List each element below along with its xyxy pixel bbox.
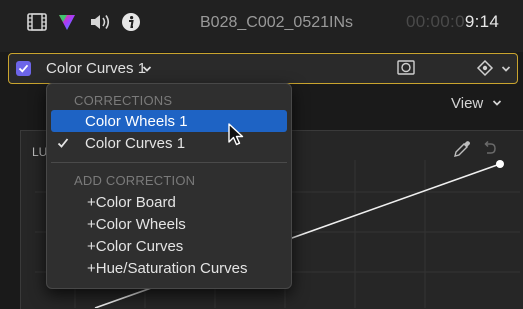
color-triangle-icon[interactable]: [55, 10, 79, 34]
menu-header-corrections: CORRECTIONS: [74, 93, 173, 108]
menu-item-add-color-wheels[interactable]: +Color Wheels: [87, 216, 186, 233]
checkmark-icon: [57, 136, 69, 152]
mask-icon[interactable]: [397, 60, 415, 75]
menu-item-add-color-board[interactable]: +Color Board: [87, 194, 176, 211]
correction-enable-checkbox[interactable]: [16, 61, 31, 76]
speaker-icon[interactable]: [88, 10, 112, 34]
curve-control-point: [496, 160, 504, 168]
chevron-down-icon: [493, 100, 502, 106]
view-menu-button[interactable]: View: [451, 95, 502, 112]
menu-item-add-hue-saturation-curves[interactable]: +Hue/Saturation Curves: [87, 260, 248, 277]
mouse-cursor-icon: [228, 123, 246, 147]
menu-item-add-color-curves[interactable]: +Color Curves: [87, 238, 183, 255]
timecode-lit: 9:14: [464, 12, 500, 31]
eyedropper-icon[interactable]: [452, 139, 472, 159]
options-chevron-icon[interactable]: [501, 58, 511, 77]
menu-separator: [51, 162, 287, 163]
correction-popup-label[interactable]: Color Curves 1: [46, 60, 146, 77]
timecode-dim: 00:00:0: [406, 12, 465, 31]
menu-header-add-correction: ADD CORRECTION: [74, 173, 196, 188]
timecode: 00:00:09:14: [406, 12, 499, 32]
info-icon[interactable]: [119, 10, 143, 34]
correction-dropdown-menu: CORRECTIONS Color Wheels 1 Color Curves …: [46, 83, 292, 289]
view-label: View: [451, 95, 484, 112]
correction-selector-bar: Color Curves 1: [8, 53, 518, 84]
keyframe-diamond-icon[interactable]: [476, 59, 494, 77]
reset-icon[interactable]: [481, 140, 499, 158]
menu-item-color-curves-1[interactable]: Color Curves 1: [85, 135, 185, 152]
clip-name: B028_C002_0521INs: [200, 14, 354, 31]
chevron-down-icon[interactable]: [142, 59, 152, 77]
menu-item-color-wheels-1[interactable]: Color Wheels 1: [85, 113, 188, 130]
film-strip-icon[interactable]: [25, 10, 49, 34]
